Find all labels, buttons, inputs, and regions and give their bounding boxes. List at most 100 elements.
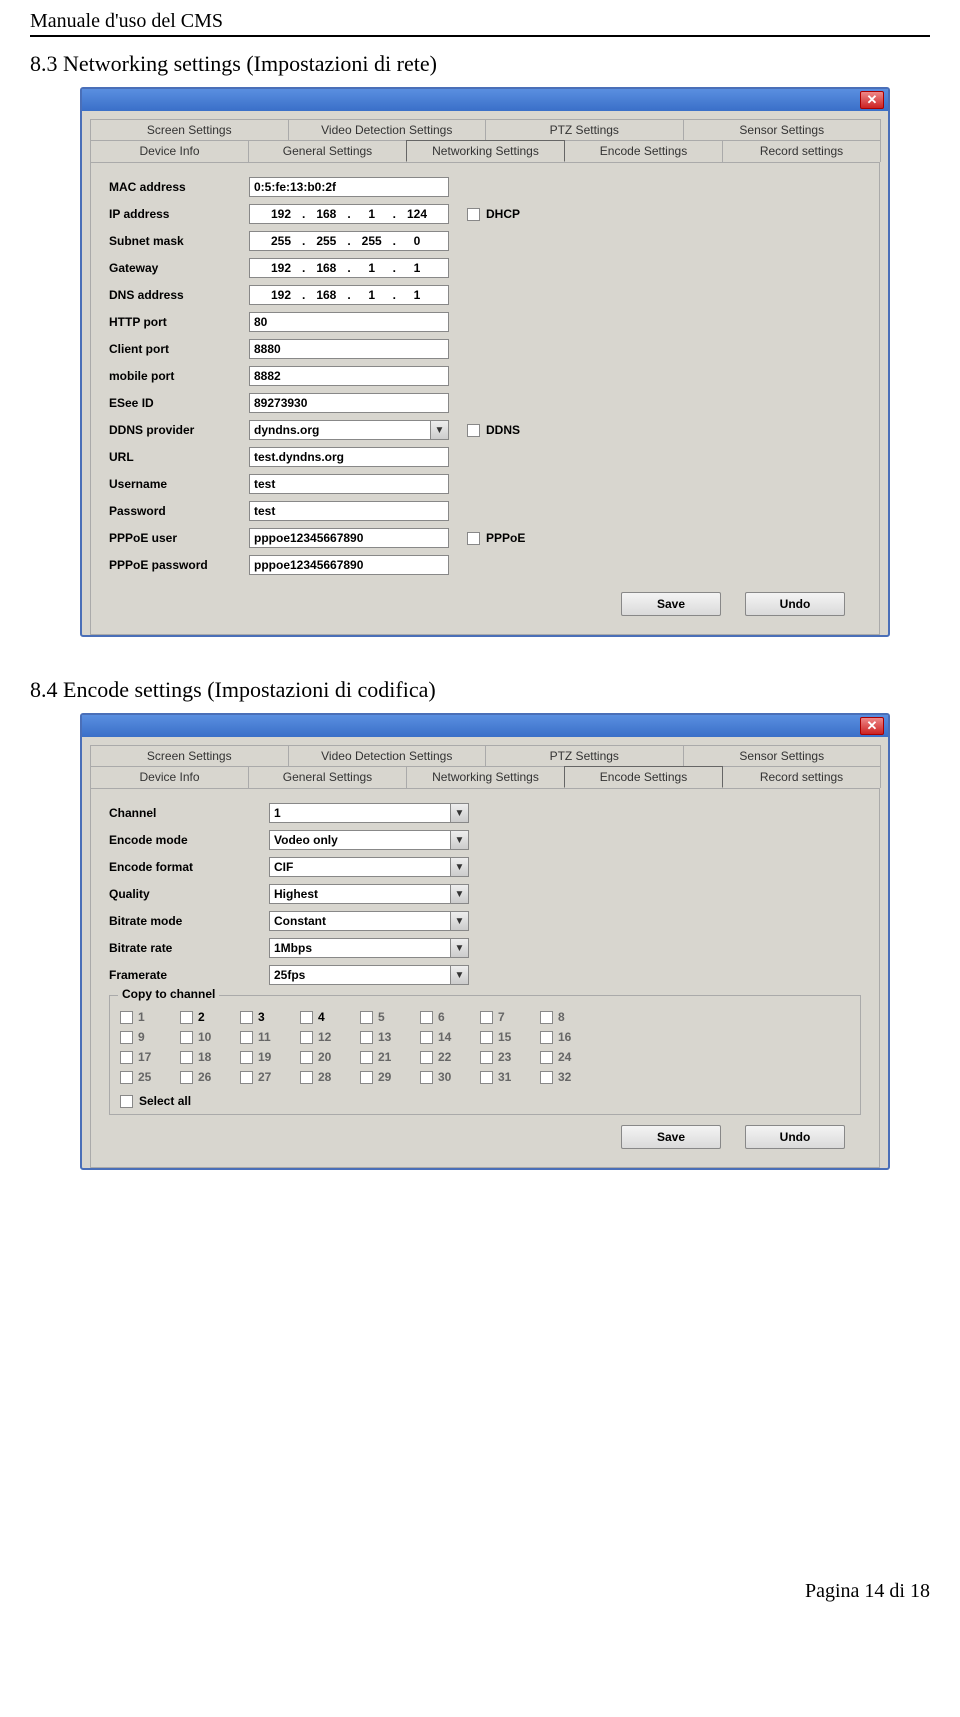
chevron-down-icon: ▼ <box>450 939 468 957</box>
channel-checkbox-22[interactable]: 22 <box>420 1050 480 1064</box>
username-input[interactable] <box>249 474 449 494</box>
subnet-input[interactable]: 255.255.255.0 <box>249 231 449 251</box>
channel-checkbox-8[interactable]: 8 <box>540 1010 600 1024</box>
channel-checkbox-10[interactable]: 10 <box>180 1030 240 1044</box>
save-button[interactable]: Save <box>621 592 721 616</box>
channel-checkbox-12[interactable]: 12 <box>300 1030 360 1044</box>
section-title-networking: 8.3 Networking settings (Impostazioni di… <box>30 51 930 77</box>
tab-device-info[interactable]: Device Info <box>90 140 249 162</box>
tab-ptz-settings[interactable]: PTZ Settings <box>485 745 684 766</box>
channel-checkbox-2[interactable]: 2 <box>180 1010 240 1024</box>
tab-device-info[interactable]: Device Info <box>90 766 249 788</box>
password-input[interactable] <box>249 501 449 521</box>
tab-record-settings[interactable]: Record settings <box>722 140 881 162</box>
tab-encode-settings[interactable]: Encode Settings <box>564 140 723 162</box>
copy-group-title: Copy to channel <box>118 987 219 1001</box>
password-label: Password <box>109 504 249 518</box>
encode-settings-window: ✕ Screen SettingsVideo Detection Setting… <box>80 713 890 1170</box>
bitrate-rate-label: Bitrate rate <box>109 941 269 955</box>
channel-checkbox-28[interactable]: 28 <box>300 1070 360 1084</box>
channel-checkbox-13[interactable]: 13 <box>360 1030 420 1044</box>
mac-label: MAC address <box>109 180 249 194</box>
channel-checkbox-1[interactable]: 1 <box>120 1010 180 1024</box>
chevron-down-icon: ▼ <box>450 804 468 822</box>
channel-checkbox-26[interactable]: 26 <box>180 1070 240 1084</box>
select-all-checkbox[interactable]: Select all <box>120 1094 191 1108</box>
bitrate-rate-select[interactable]: 1Mbps ▼ <box>269 938 469 958</box>
channel-checkbox-4[interactable]: 4 <box>300 1010 360 1024</box>
esee-input[interactable] <box>249 393 449 413</box>
quality-select[interactable]: Highest ▼ <box>269 884 469 904</box>
quality-value: Highest <box>270 887 450 901</box>
tab-networking-settings[interactable]: Networking Settings <box>406 766 565 788</box>
channel-checkbox-11[interactable]: 11 <box>240 1030 300 1044</box>
ip-input[interactable]: 192.168.1.124 <box>249 204 449 224</box>
channel-checkbox-6[interactable]: 6 <box>420 1010 480 1024</box>
framerate-select[interactable]: 25fps ▼ <box>269 965 469 985</box>
encode-mode-select[interactable]: Vodeo only ▼ <box>269 830 469 850</box>
tabs: Screen SettingsVideo Detection SettingsP… <box>82 111 888 635</box>
channel-checkbox-5[interactable]: 5 <box>360 1010 420 1024</box>
titlebar: ✕ <box>82 89 888 111</box>
tab-video-detection-settings[interactable]: Video Detection Settings <box>288 745 487 766</box>
channel-checkbox-32[interactable]: 32 <box>540 1070 600 1084</box>
channel-checkbox-20[interactable]: 20 <box>300 1050 360 1064</box>
channel-checkbox-14[interactable]: 14 <box>420 1030 480 1044</box>
pppoe-user-input[interactable] <box>249 528 449 548</box>
channel-checkbox-25[interactable]: 25 <box>120 1070 180 1084</box>
undo-button[interactable]: Undo <box>745 1125 845 1149</box>
chevron-down-icon: ▼ <box>450 858 468 876</box>
pppoe-pass-label: PPPoE password <box>109 558 249 572</box>
channel-select[interactable]: 1 ▼ <box>269 803 469 823</box>
tab-sensor-settings[interactable]: Sensor Settings <box>683 119 882 140</box>
channel-checkbox-19[interactable]: 19 <box>240 1050 300 1064</box>
url-input[interactable] <box>249 447 449 467</box>
channel-checkbox-18[interactable]: 18 <box>180 1050 240 1064</box>
http-input[interactable] <box>249 312 449 332</box>
undo-button[interactable]: Undo <box>745 592 845 616</box>
close-icon[interactable]: ✕ <box>860 717 884 735</box>
channel-checkbox-31[interactable]: 31 <box>480 1070 540 1084</box>
channel-checkbox-23[interactable]: 23 <box>480 1050 540 1064</box>
tab-general-settings[interactable]: General Settings <box>248 766 407 788</box>
channel-checkbox-3[interactable]: 3 <box>240 1010 300 1024</box>
pppoe-checkbox[interactable]: PPPoE <box>467 531 525 545</box>
client-input[interactable] <box>249 339 449 359</box>
tab-ptz-settings[interactable]: PTZ Settings <box>485 119 684 140</box>
channel-checkbox-7[interactable]: 7 <box>480 1010 540 1024</box>
tab-video-detection-settings[interactable]: Video Detection Settings <box>288 119 487 140</box>
ddns-provider-select[interactable]: dyndns.org ▼ <box>249 420 449 440</box>
http-label: HTTP port <box>109 315 249 329</box>
channel-checkbox-21[interactable]: 21 <box>360 1050 420 1064</box>
channel-checkbox-9[interactable]: 9 <box>120 1030 180 1044</box>
encode-format-select[interactable]: CIF ▼ <box>269 857 469 877</box>
mac-input[interactable] <box>249 177 449 197</box>
dhcp-checkbox[interactable]: DHCP <box>467 207 520 221</box>
bitrate-mode-select[interactable]: Constant ▼ <box>269 911 469 931</box>
mobile-input[interactable] <box>249 366 449 386</box>
ddns-checkbox[interactable]: DDNS <box>467 423 520 437</box>
tab-screen-settings[interactable]: Screen Settings <box>90 119 289 140</box>
tab-encode-settings[interactable]: Encode Settings <box>564 766 723 788</box>
channel-checkbox-27[interactable]: 27 <box>240 1070 300 1084</box>
encode-format-value: CIF <box>270 860 450 874</box>
channel-label: Channel <box>109 806 269 820</box>
channel-checkbox-16[interactable]: 16 <box>540 1030 600 1044</box>
tab-sensor-settings[interactable]: Sensor Settings <box>683 745 882 766</box>
tab-screen-settings[interactable]: Screen Settings <box>90 745 289 766</box>
pppoe-pass-input[interactable] <box>249 555 449 575</box>
channel-checkbox-30[interactable]: 30 <box>420 1070 480 1084</box>
tab-record-settings[interactable]: Record settings <box>722 766 881 788</box>
tab-networking-settings[interactable]: Networking Settings <box>406 140 565 162</box>
tab-general-settings[interactable]: General Settings <box>248 140 407 162</box>
doc-header: Manuale d'uso del CMS <box>30 10 930 37</box>
channel-checkbox-24[interactable]: 24 <box>540 1050 600 1064</box>
channel-checkbox-15[interactable]: 15 <box>480 1030 540 1044</box>
channel-checkbox-17[interactable]: 17 <box>120 1050 180 1064</box>
save-button[interactable]: Save <box>621 1125 721 1149</box>
close-icon[interactable]: ✕ <box>860 91 884 109</box>
gateway-input[interactable]: 192.168.1.1 <box>249 258 449 278</box>
pppoe-label: PPPoE <box>486 531 525 545</box>
dns-input[interactable]: 192.168.1.1 <box>249 285 449 305</box>
channel-checkbox-29[interactable]: 29 <box>360 1070 420 1084</box>
